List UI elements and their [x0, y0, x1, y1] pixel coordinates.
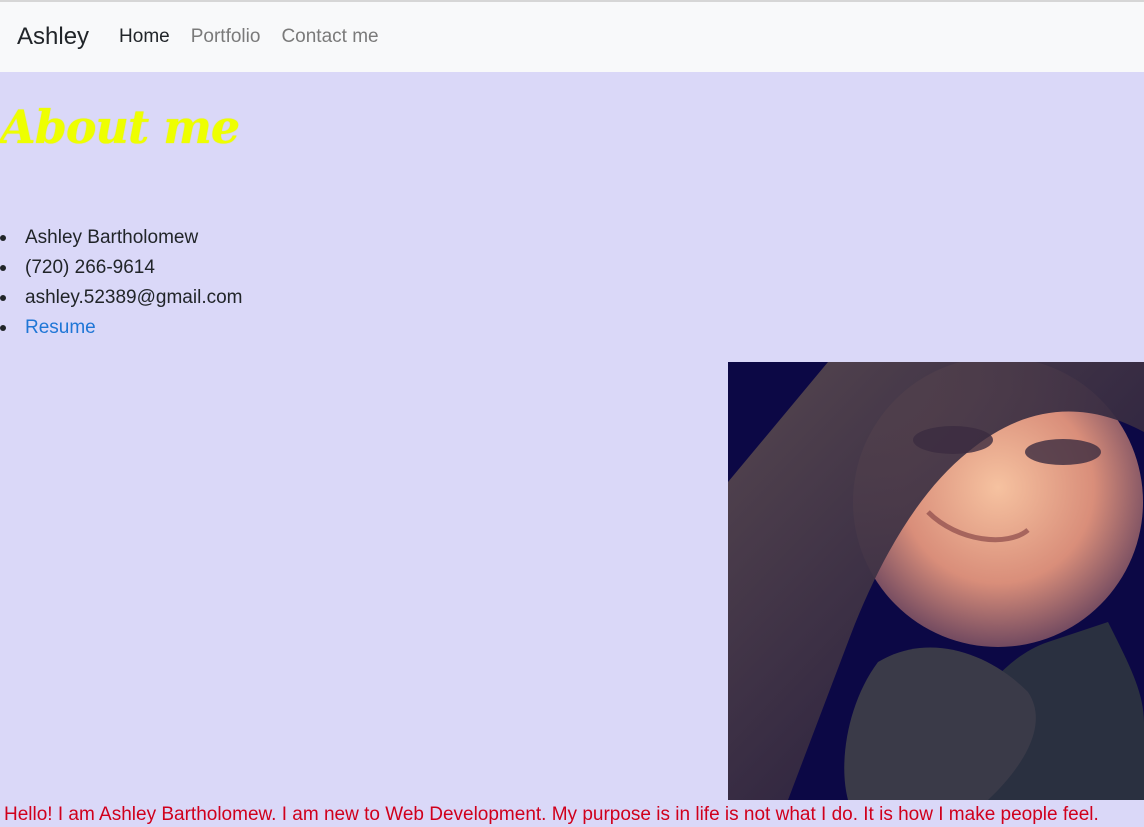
intro-paragraph: Hello! I am Ashley Bartholomew. I am new…	[4, 804, 1099, 825]
list-item-email: ashley.52389@gmail.com	[0, 283, 243, 313]
list-item-phone: (720) 266-9614	[0, 253, 243, 283]
nav-links: Home Portfolio Contact me	[119, 26, 400, 48]
resume-link[interactable]: Resume	[25, 317, 96, 338]
name-text: Ashley Bartholomew	[25, 227, 199, 248]
profile-photo	[728, 362, 1144, 800]
about-title: About me	[0, 100, 240, 154]
navbar: Ashley Home Portfolio Contact me	[0, 2, 1144, 72]
nav-portfolio-link[interactable]: Portfolio	[191, 26, 261, 48]
nav-contact-link[interactable]: Contact me	[281, 26, 378, 48]
email-text: ashley.52389@gmail.com	[25, 287, 243, 308]
brand-link[interactable]: Ashley	[17, 23, 89, 51]
contact-info-list: Ashley Bartholomew (720) 266-9614 ashley…	[0, 223, 243, 343]
nav-home-link[interactable]: Home	[119, 26, 170, 48]
list-item-resume: Resume	[0, 313, 243, 343]
phone-text: (720) 266-9614	[25, 257, 155, 278]
list-item-name: Ashley Bartholomew	[0, 223, 243, 253]
profile-photo-image	[728, 362, 1144, 800]
